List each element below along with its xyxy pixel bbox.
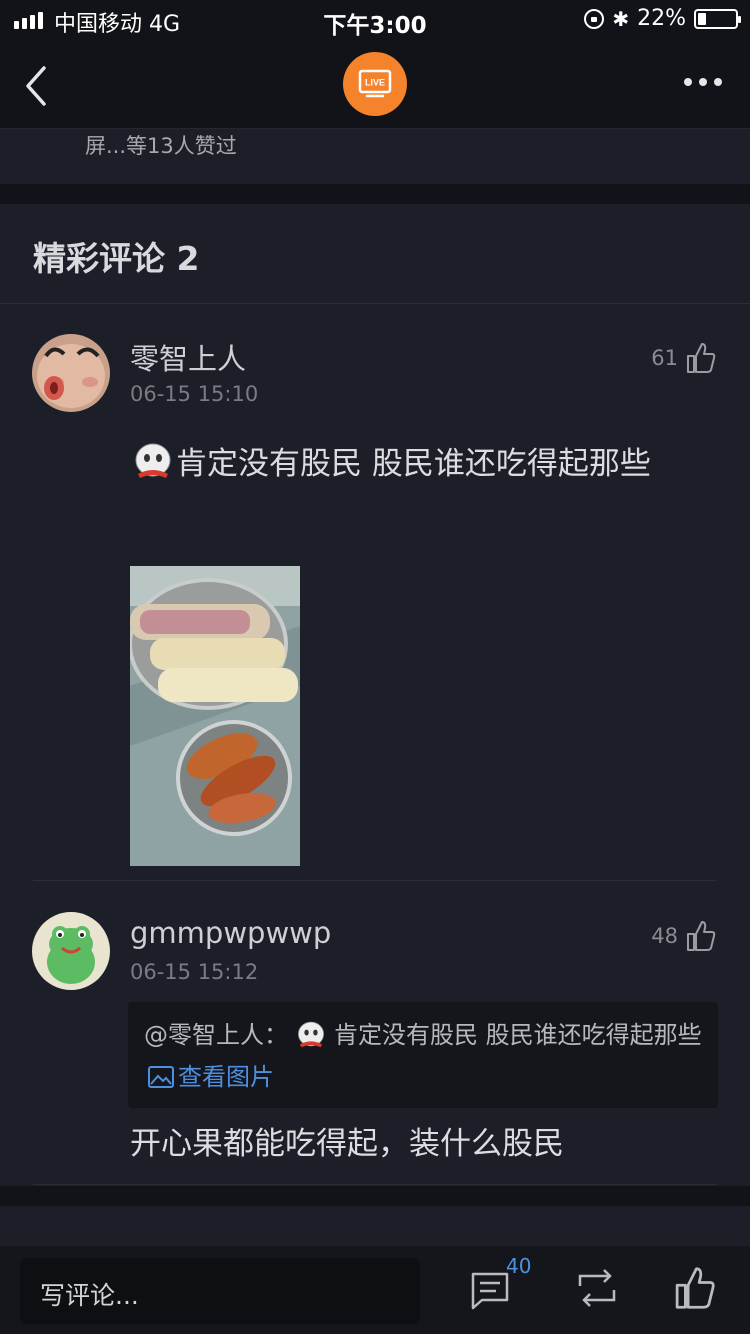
more-dot-icon (684, 78, 692, 86)
thumbs-up-icon (687, 343, 716, 373)
status-right: ✱ 22% (584, 6, 741, 31)
quoted-comment[interactable]: @零智上人： 肯定没有股民 股民谁还吃得起那些 查看图片 (128, 1002, 718, 1108)
liked-by-text[interactable]: 屏...等13人赞过 (85, 130, 237, 160)
battery-icon (694, 8, 741, 29)
comment-text: 肯定没有股民 股民谁还吃得起那些 (130, 436, 710, 492)
battery-level (698, 12, 706, 25)
food-photo-image (130, 566, 300, 866)
frog-avatar-image (32, 912, 110, 990)
comment-input[interactable]: 写评论... (20, 1258, 420, 1324)
view-image-link[interactable]: 查看图片 (178, 1063, 274, 1091)
comment-username[interactable]: gmmpwpwwp (130, 916, 331, 950)
divider (0, 303, 750, 304)
repost-icon (578, 1269, 616, 1307)
repost-button[interactable] (574, 1266, 620, 1312)
more-dot-icon (699, 78, 707, 86)
ghost-emoji-icon (135, 443, 171, 478)
avatar[interactable] (32, 912, 110, 990)
comment-time: 06-15 15:10 (130, 382, 259, 406)
comment-like-button[interactable]: 48 (651, 920, 716, 952)
comment-count-badge: 40 (506, 1254, 532, 1278)
section-separator (0, 1186, 750, 1206)
back-button[interactable] (18, 64, 62, 108)
battery-percent: 22% (637, 6, 686, 31)
hot-comments-title: 精彩评论 2 (33, 239, 200, 278)
like-count: 61 (651, 346, 678, 370)
comment-text: 开心果都能吃得起，装什么股民 (130, 1126, 564, 1162)
avatar-image (32, 334, 110, 412)
thumbs-up-icon (687, 921, 716, 951)
comment-input-placeholder: 写评论... (40, 1281, 139, 1310)
orientation-lock-icon (584, 8, 605, 29)
section-separator (0, 184, 750, 204)
comment-like-button[interactable]: 61 (651, 342, 716, 374)
nav-bar: LIVE (0, 42, 750, 129)
more-button[interactable] (684, 78, 722, 86)
comment-username[interactable]: 零智上人 (130, 336, 246, 378)
comment-photo[interactable] (130, 566, 300, 866)
avatar[interactable] (32, 334, 110, 412)
bottom-bar: 写评论... 40 (0, 1246, 750, 1334)
quote-body: 肯定没有股民 股民谁还吃得起那些 (334, 1021, 702, 1049)
divider (33, 880, 717, 881)
tv-icon: LIVE (358, 69, 392, 98)
quoted-comment-text: @零智上人： 肯定没有股民 股民谁还吃得起那些 查看图片 (144, 1014, 704, 1098)
thumbs-up-icon (675, 1267, 715, 1309)
ghost-emoji-icon (298, 1021, 324, 1048)
divider (33, 1184, 717, 1185)
like-button[interactable] (674, 1266, 720, 1312)
comment-time: 06-15 15:12 (130, 960, 259, 984)
live-button[interactable]: LIVE (343, 52, 407, 116)
bluetooth-icon: ✱ (612, 6, 630, 31)
quote-mention[interactable]: @零智上人： (144, 1021, 288, 1049)
comment-text-content: 肯定没有股民 股民谁还吃得起那些 (176, 446, 651, 482)
more-dot-icon (714, 78, 722, 86)
live-badge-label: LIVE (365, 78, 385, 88)
like-count: 48 (651, 924, 678, 948)
chevron-left-icon (26, 66, 46, 106)
status-bar: 中国移动 4G 下午3:00 ✱ 22% (0, 0, 750, 42)
image-icon (148, 1066, 174, 1088)
